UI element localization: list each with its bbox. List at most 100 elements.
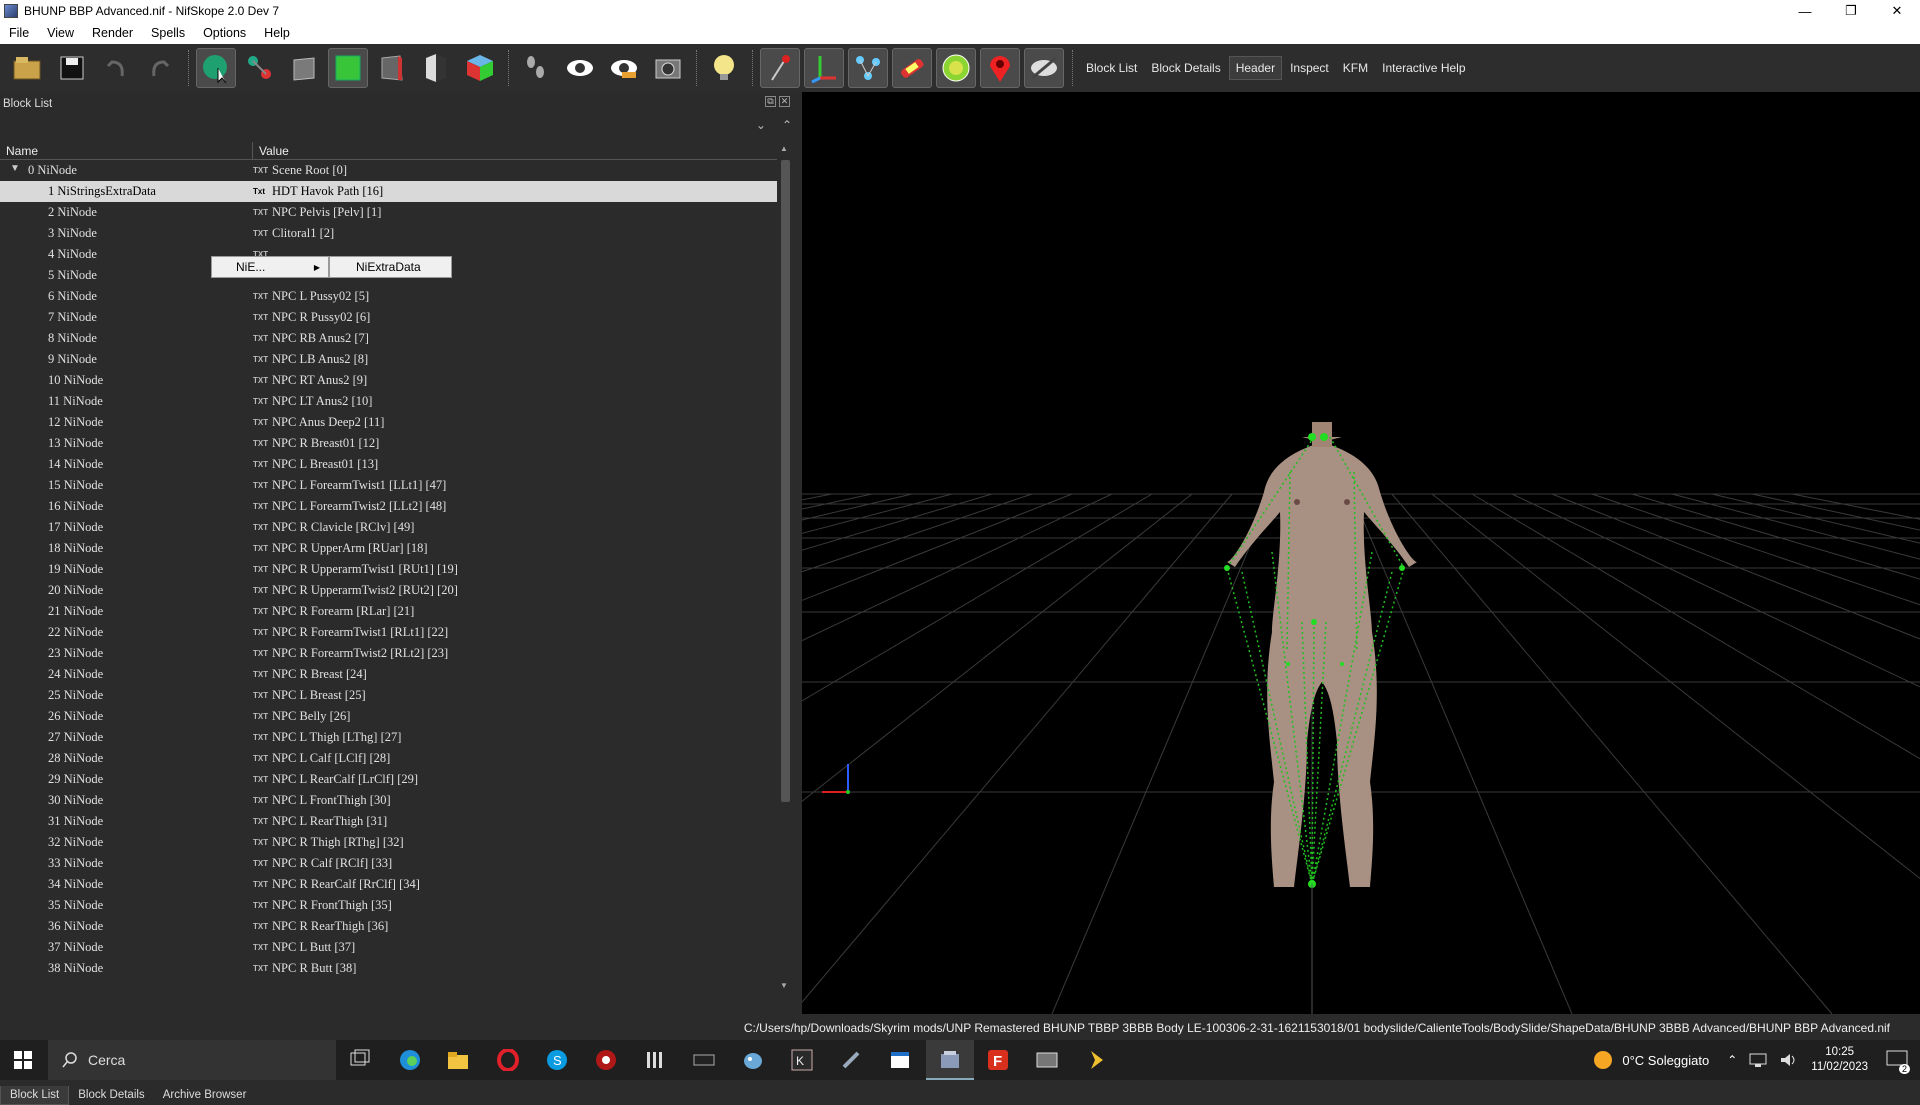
eye-alt-icon[interactable]: [604, 48, 644, 88]
task-view-icon[interactable]: [349, 1049, 371, 1071]
scroll-down-icon[interactable]: ▼: [780, 981, 788, 990]
scrollbar-thumb[interactable]: [781, 160, 790, 802]
table-row[interactable]: 30 NiNode TXT NPC L FrontThigh [30]: [0, 790, 777, 811]
toolbar-interactive-help[interactable]: Interactive Help: [1376, 57, 1471, 79]
skype-icon[interactable]: S: [546, 1049, 568, 1071]
chevron-down-icon[interactable]: ⌄: [756, 118, 766, 132]
vertex-icon[interactable]: [760, 48, 800, 88]
restore-button[interactable]: ❐: [1828, 0, 1874, 22]
opera-icon[interactable]: [497, 1049, 519, 1071]
nodes-icon[interactable]: [848, 48, 888, 88]
f-app-icon[interactable]: F: [987, 1049, 1009, 1071]
menu-help[interactable]: Help: [255, 26, 299, 40]
table-row[interactable]: 33 NiNode TXT NPC R Calf [RClf] [33]: [0, 853, 777, 874]
toolbar-block-details[interactable]: Block Details: [1145, 57, 1226, 79]
table-row[interactable]: 34 NiNode TXT NPC R RearCalf [RrClf] [34]: [0, 874, 777, 895]
minimize-button[interactable]: —: [1782, 0, 1828, 22]
table-row[interactable]: 28 NiNode TXT NPC L Calf [LClf] [28]: [0, 748, 777, 769]
edge-icon[interactable]: [399, 1049, 421, 1071]
view-front-icon[interactable]: [328, 48, 368, 88]
table-row[interactable]: 24 NiNode TXT NPC R Breast [24]: [0, 664, 777, 685]
creation-kit-icon[interactable]: K: [791, 1049, 813, 1071]
toolbar-block-list[interactable]: Block List: [1080, 57, 1143, 79]
constraints-icon[interactable]: [892, 48, 932, 88]
notification-center[interactable]: 2: [1886, 1049, 1910, 1074]
close-button[interactable]: ✕: [1874, 0, 1920, 22]
table-row[interactable]: 13 NiNode TXT NPC R Breast01 [12]: [0, 433, 777, 454]
start-button[interactable]: [0, 1040, 46, 1080]
menu-spells[interactable]: Spells: [142, 26, 194, 40]
markers-icon[interactable]: [980, 48, 1020, 88]
render-viewport[interactable]: [802, 92, 1920, 1014]
table-row[interactable]: 3 NiNode TXT Clitoral1 [2]: [0, 223, 777, 244]
table-row[interactable]: 35 NiNode TXT NPC R FrontThigh [35]: [0, 895, 777, 916]
walk-icon[interactable]: [516, 48, 556, 88]
table-row[interactable]: 38 NiNode TXT NPC R Butt [38]: [0, 958, 777, 979]
redo-icon[interactable]: [140, 48, 180, 88]
close-dock-button[interactable]: ✕: [779, 96, 790, 107]
chevron-up-icon[interactable]: ⌃: [782, 118, 792, 132]
open-icon[interactable]: [8, 48, 48, 88]
clock[interactable]: 10:25 11/02/2023: [1811, 1045, 1868, 1075]
tab-block-list[interactable]: Block List: [0, 1086, 70, 1105]
column-value[interactable]: Value: [253, 142, 289, 159]
table-row[interactable]: 7 NiNode TXT NPC R Pussy02 [6]: [0, 307, 777, 328]
float-dock-button[interactable]: ⧉: [765, 96, 776, 107]
file-explorer-icon[interactable]: [447, 1049, 469, 1071]
select-object-icon[interactable]: [196, 48, 236, 88]
table-row[interactable]: 16 NiNode TXT NPC L ForearmTwist2 [LLt2] […: [0, 496, 777, 517]
scroll-up-icon[interactable]: ▲: [780, 144, 788, 153]
expand-arrow-icon[interactable]: ▼: [10, 163, 20, 174]
nvidia-icon[interactable]: [693, 1049, 715, 1071]
menu-options[interactable]: Options: [194, 26, 255, 40]
app-icon-bars[interactable]: [644, 1049, 666, 1071]
taskbar-search[interactable]: Cerca: [48, 1040, 336, 1080]
column-name[interactable]: Name: [0, 142, 253, 159]
table-row[interactable]: ▼ 0 NiNode TXT Scene Root [0]: [0, 160, 777, 181]
table-row[interactable]: 20 NiNode TXT NPC R UpperarmTwist2 [RUt2] …: [0, 580, 777, 601]
view-iso-icon[interactable]: [460, 48, 500, 88]
sun-icon[interactable]: [1592, 1049, 1614, 1071]
table-row[interactable]: 11 NiNode TXT NPC LT Anus2 [10]: [0, 391, 777, 412]
table-row[interactable]: 27 NiNode TXT NPC L Thigh [LThg] [27]: [0, 727, 777, 748]
axes-icon[interactable]: [804, 48, 844, 88]
table-row[interactable]: 2 NiNode TXT NPC Pelvis [Pelv] [1]: [0, 202, 777, 223]
table-row[interactable]: 22 NiNode TXT NPC R ForearmTwist1 [RLt1] […: [0, 622, 777, 643]
window-app-icon[interactable]: [889, 1049, 911, 1071]
table-row[interactable]: 37 NiNode TXT NPC L Butt [37]: [0, 937, 777, 958]
toolbar-kfm[interactable]: KFM: [1337, 57, 1374, 79]
toolbar-inspect[interactable]: Inspect: [1284, 57, 1335, 79]
arrow-app-icon[interactable]: [1085, 1049, 1107, 1071]
nifskope-taskbar-item[interactable]: [926, 1040, 974, 1080]
tab-archive-browser[interactable]: Archive Browser: [154, 1086, 256, 1105]
weather-text[interactable]: 0°C Soleggiato: [1622, 1053, 1709, 1068]
table-row[interactable]: 36 NiNode TXT NPC R RearThigh [36]: [0, 916, 777, 937]
vertical-scrollbar[interactable]: ▲ ▼: [779, 142, 792, 992]
view-back-icon[interactable]: [416, 48, 456, 88]
toolbar-header[interactable]: Header: [1228, 56, 1283, 80]
table-row[interactable]: 32 NiNode TXT NPC R Thigh [RThg] [32]: [0, 832, 777, 853]
pen-icon[interactable]: [840, 1049, 862, 1071]
table-row[interactable]: 18 NiNode TXT NPC R UpperArm [RUar] [18]: [0, 538, 777, 559]
menu-file[interactable]: File: [0, 26, 38, 40]
table-row[interactable]: 31 NiNode TXT NPC L RearThigh [31]: [0, 811, 777, 832]
menu-render[interactable]: Render: [83, 26, 142, 40]
havok-icon[interactable]: [936, 48, 976, 88]
table-row[interactable]: 17 NiNode TXT NPC R Clavicle [RClv] [49]: [0, 517, 777, 538]
table-row[interactable]: 29 NiNode TXT NPC L RearCalf [LrClf] [29]: [0, 769, 777, 790]
hidden-icon[interactable]: [1024, 48, 1064, 88]
table-row[interactable]: 14 NiNode TXT NPC L Breast01 [13]: [0, 454, 777, 475]
volume-icon[interactable]: [1779, 1052, 1797, 1068]
table-row[interactable]: 21 NiNode TXT NPC R Forearm [RLar] [21]: [0, 601, 777, 622]
light-icon[interactable]: [704, 48, 744, 88]
tray-chevron-icon[interactable]: ⌃: [1727, 1053, 1737, 1067]
table-row[interactable]: 8 NiNode TXT NPC RB Anus2 [7]: [0, 328, 777, 349]
table-row[interactable]: 26 NiNode TXT NPC Belly [26]: [0, 706, 777, 727]
save-icon[interactable]: [52, 48, 92, 88]
table-row[interactable]: 10 NiNode TXT NPC RT Anus2 [9]: [0, 370, 777, 391]
context-menu-item[interactable]: NiE... ▶: [211, 256, 329, 278]
table-row[interactable]: 6 NiNode TXT NPC L Pussy02 [5]: [0, 286, 777, 307]
table-row[interactable]: 15 NiNode TXT NPC L ForearmTwist1 [LLt1] […: [0, 475, 777, 496]
table-row[interactable]: 1 NiStringsExtraData Txt HDT Havok Path [1…: [0, 181, 777, 202]
menu-view[interactable]: View: [38, 26, 83, 40]
